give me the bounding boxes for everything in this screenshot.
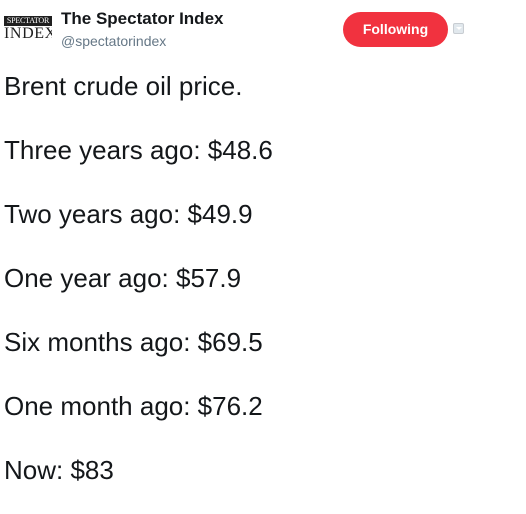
chevron-down-icon[interactable] [453, 23, 464, 34]
tweet-line: One year ago: $57.9 [4, 263, 242, 293]
tweet-text: Brent crude oil price. Three years ago: … [4, 66, 514, 514]
tweet-line: Two years ago: $49.9 [4, 199, 253, 229]
avatar[interactable]: SPECTATOR INDEX [4, 14, 52, 46]
tweet-line: One month ago: $76.2 [4, 391, 263, 421]
tweet-header: SPECTATOR INDEX The Spectator Index @spe… [0, 0, 526, 60]
avatar-logo-bottom: INDEX [4, 25, 52, 42]
following-button[interactable]: Following [343, 12, 448, 47]
display-name[interactable]: The Spectator Index [61, 9, 223, 29]
tweet-line: Brent crude oil price. [4, 71, 243, 101]
tweet-line: Three years ago: $48.6 [4, 135, 273, 165]
tweet-line: Six months ago: $69.5 [4, 327, 263, 357]
tweet-line: Now: $83 [4, 455, 114, 485]
user-handle[interactable]: @spectatorindex [61, 33, 166, 49]
